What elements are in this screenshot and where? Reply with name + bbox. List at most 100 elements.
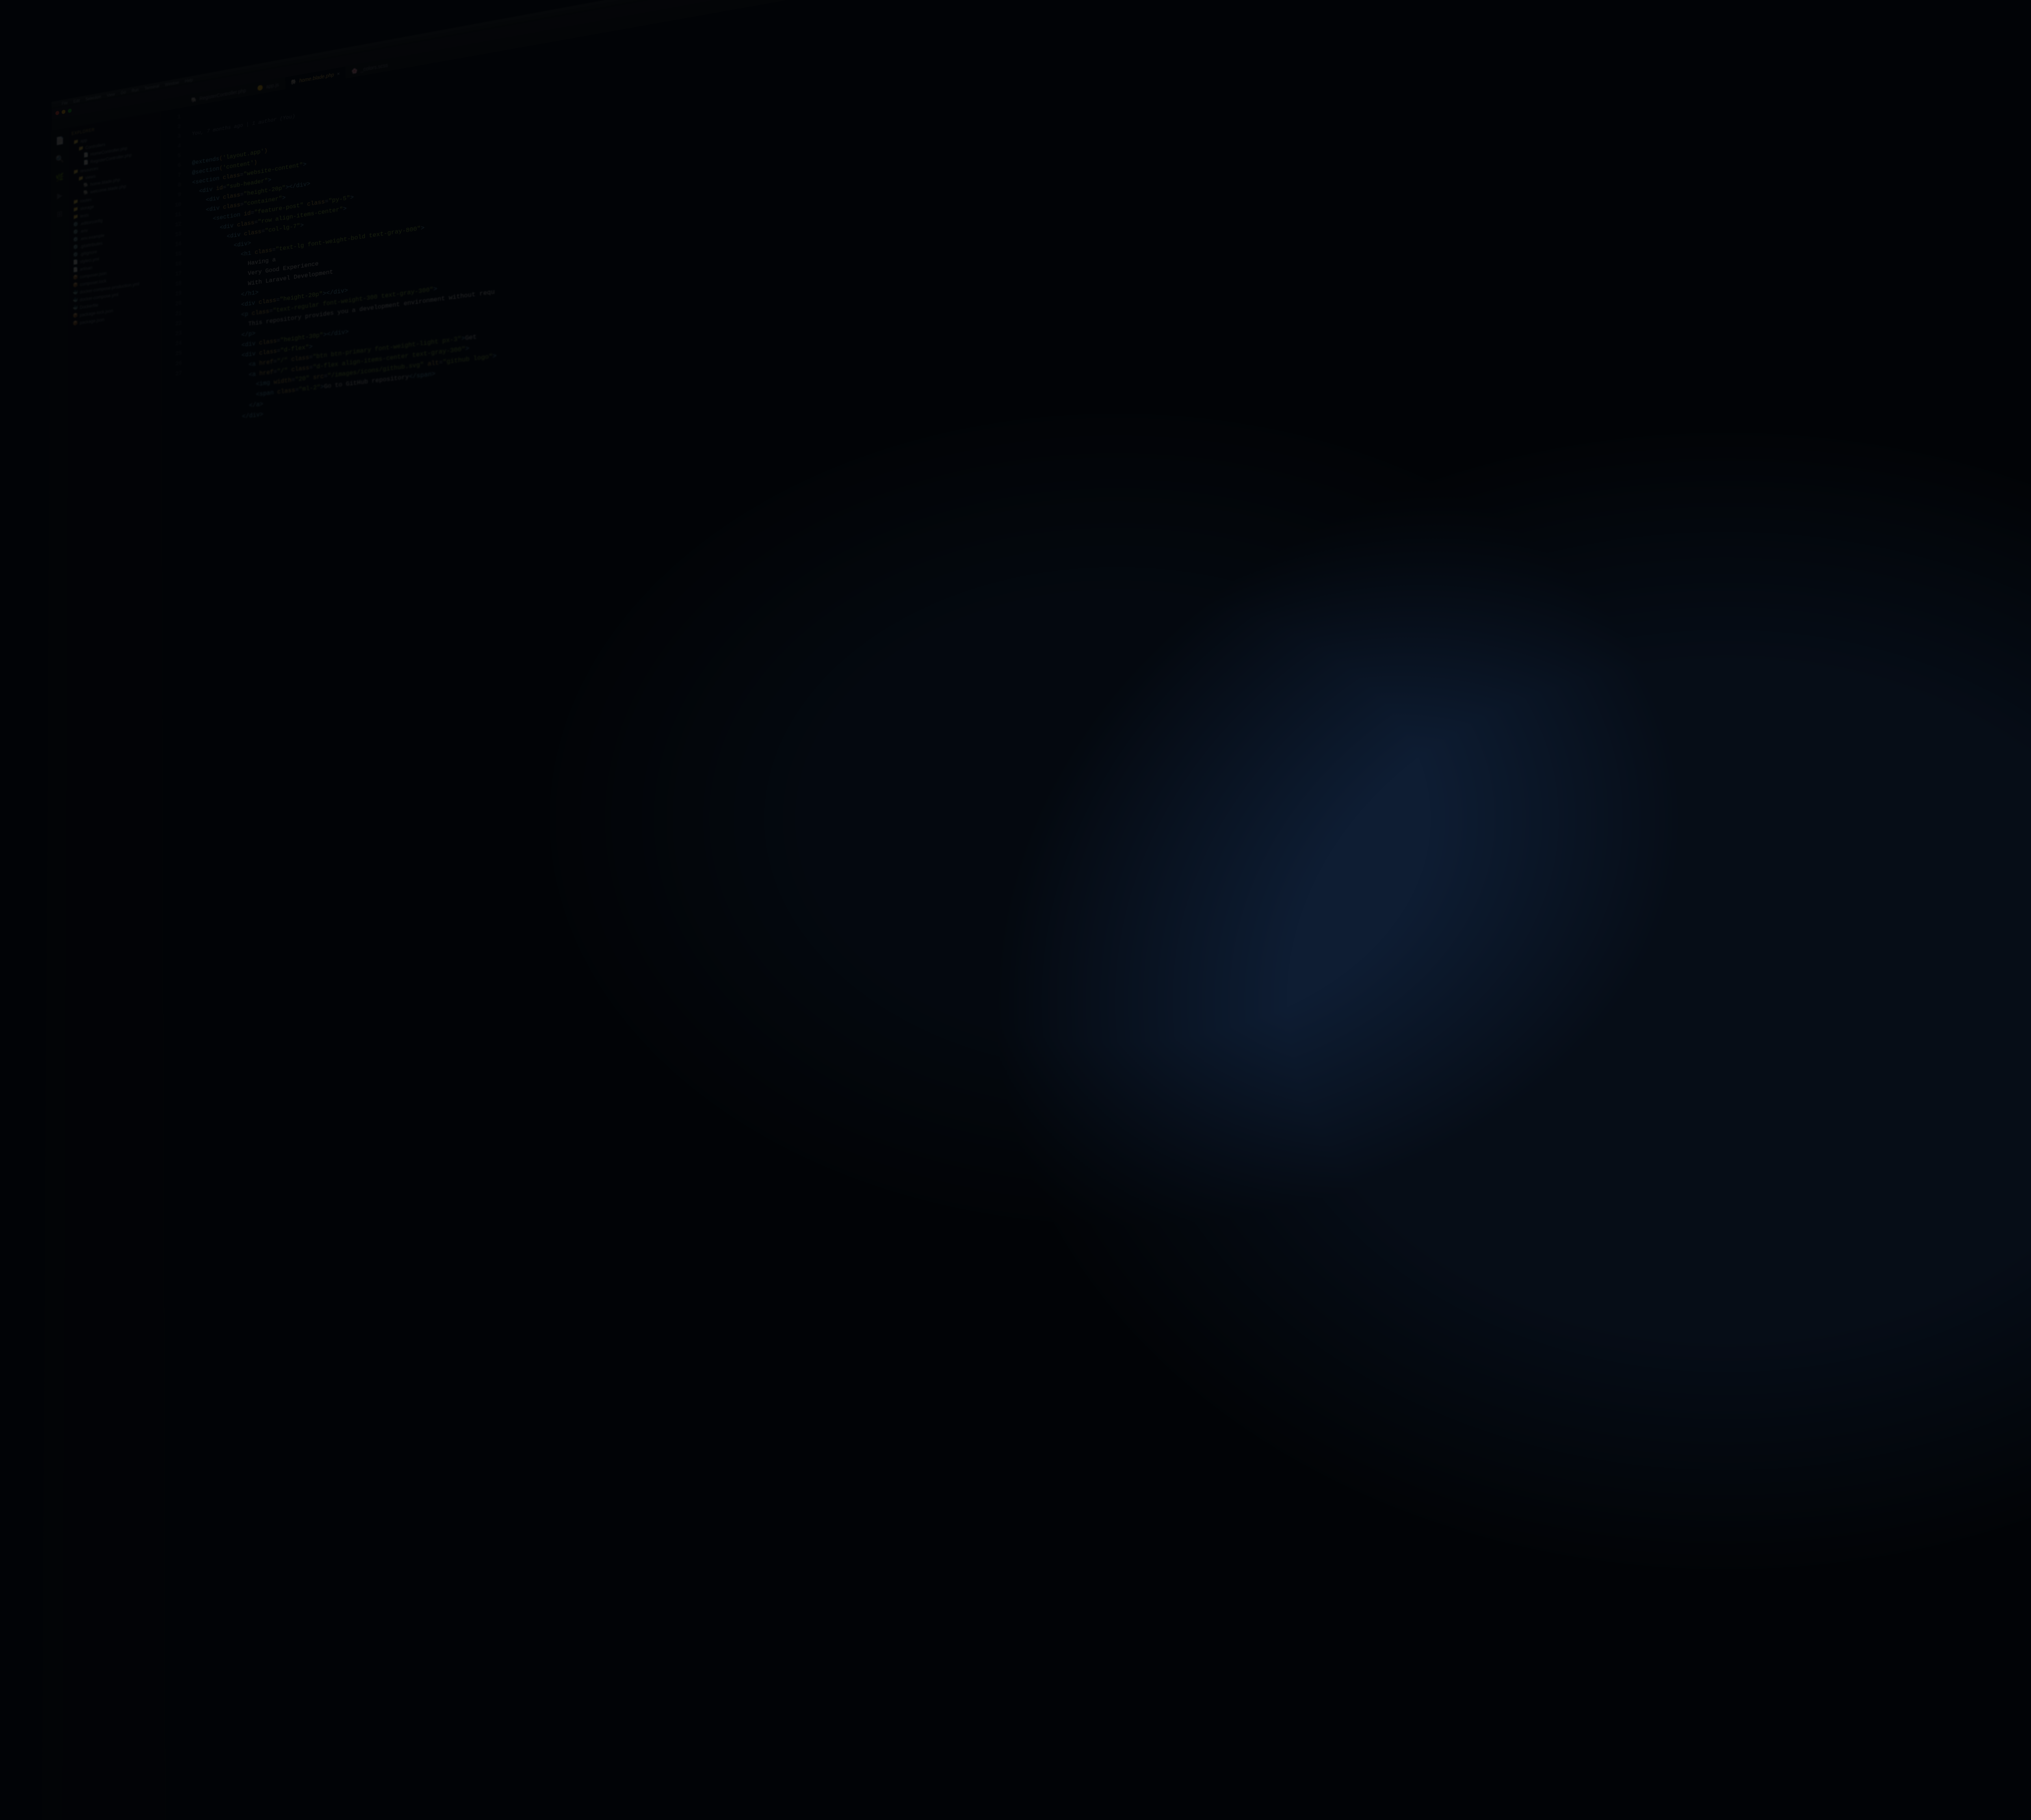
menu-help[interactable]: Help: [185, 77, 193, 84]
token-txt: [219, 195, 223, 202]
token-attr: class: [223, 172, 240, 181]
token-eq: =: [325, 198, 329, 205]
token-str: "20": [295, 375, 310, 384]
token-tag: div: [237, 240, 248, 249]
close-icon[interactable]: [55, 110, 59, 115]
file-icon: 📦: [73, 320, 77, 326]
token-b: <: [242, 352, 245, 359]
token-tag: span: [260, 389, 274, 398]
token-tag: div: [245, 300, 255, 308]
token-b: <: [241, 342, 245, 349]
search-icon[interactable]: 🔍: [56, 154, 64, 165]
token-eq: =: [277, 347, 280, 355]
file-icon: 📁: [78, 175, 83, 181]
token-paren: ): [254, 159, 258, 167]
token-eq: =: [272, 246, 276, 254]
debug-icon[interactable]: ▶: [57, 191, 62, 201]
token-attr: id: [216, 184, 223, 192]
token-b: >: [247, 240, 251, 247]
token-attr: id: [244, 210, 251, 218]
menu-view[interactable]: View: [107, 92, 115, 98]
token-attr: width: [273, 377, 291, 386]
token-tag: div: [249, 412, 260, 420]
token-txt: [288, 356, 291, 364]
token-txt: [274, 389, 277, 396]
token-b: ></: [286, 183, 296, 191]
token-attr: class: [259, 338, 277, 347]
file-icon: 📦: [73, 282, 77, 288]
token-b: >: [343, 205, 346, 212]
token-attr: class: [291, 364, 309, 374]
token-eq: =: [254, 219, 258, 226]
menu-go[interactable]: Go: [121, 90, 126, 95]
token-eq: =: [309, 364, 313, 371]
sidebar-item-label: package.json: [80, 316, 104, 325]
close-tab-icon[interactable]: ×: [337, 71, 340, 77]
token-tag: div: [202, 186, 212, 194]
minimize-icon[interactable]: [62, 110, 65, 115]
explorer-icon[interactable]: 📄: [56, 136, 64, 146]
file-icon: 🐘: [83, 182, 88, 188]
token-str: "ml-2": [299, 384, 320, 393]
menu-file[interactable]: File: [62, 100, 68, 106]
token-eq: =: [269, 308, 273, 315]
token-b: >: [303, 161, 307, 169]
token-b: ></: [323, 330, 334, 339]
token-b: <: [256, 391, 260, 398]
token-attr: class: [223, 192, 240, 201]
file-icon: 📦: [73, 274, 77, 280]
source-control-icon[interactable]: 🌿: [56, 173, 64, 183]
token-attr: href: [259, 359, 273, 367]
file-icon: ⚙️: [73, 244, 78, 250]
token-b: >: [465, 345, 469, 353]
token-tag: div: [334, 329, 345, 338]
sidebar-item-label: tests: [80, 212, 89, 219]
file-icon: 🐳: [73, 297, 77, 303]
line-number-gutter: 1234567891011121314151617181920212223242…: [161, 107, 195, 1820]
token-txt: [251, 249, 255, 257]
editor-window: FileEditSelectionViewGoRunTerminalWindow…: [42, 0, 2031, 1820]
maximize-icon[interactable]: [68, 108, 71, 113]
token-b: </: [241, 331, 248, 339]
token-tag: div: [209, 205, 219, 213]
token-attr: class: [291, 354, 309, 364]
token-txt: [192, 188, 199, 196]
code-editor[interactable]: 1234567891011121314151617181920212223242…: [161, 0, 2031, 1820]
file-type-icon: 🌸: [352, 67, 358, 75]
token-tag: a: [252, 371, 256, 378]
code-content[interactable]: You, 7 months ago | 1 author (You) @exte…: [192, 0, 2031, 428]
menu-run[interactable]: Run: [132, 87, 139, 93]
token-b: >: [260, 401, 263, 408]
token-txt: [219, 175, 223, 182]
token-b: <: [241, 301, 245, 308]
file-icon: 📄: [83, 159, 88, 165]
token-b: <: [199, 188, 202, 195]
token-b: >: [433, 286, 437, 293]
token-txt: [240, 211, 244, 218]
file-icon: 📦: [73, 312, 77, 318]
token-txt: [234, 222, 237, 230]
menu-edit[interactable]: Edit: [74, 98, 80, 104]
file-icon: 📁: [73, 214, 78, 220]
token-txt: [303, 201, 307, 208]
token-attr: class: [237, 219, 254, 229]
file-icon: ⚙️: [73, 229, 78, 235]
token-eq: =: [277, 337, 280, 344]
file-icon: 📄: [73, 259, 78, 265]
token-tag: h1: [244, 250, 251, 258]
token-b: >: [493, 353, 497, 360]
token-b: <: [220, 224, 223, 232]
token-b: >: [252, 330, 255, 338]
sidebar-item-label: app: [80, 137, 87, 143]
file-icon: 📁: [73, 199, 78, 205]
tab-label: app.js: [266, 82, 279, 89]
token-b: <: [241, 311, 245, 318]
token-txt: [240, 231, 244, 238]
token-txt: Get: [465, 334, 477, 342]
extensions-icon[interactable]: ⊞: [57, 210, 63, 219]
sidebar-item-label: .env: [80, 228, 88, 234]
token-b: </: [249, 402, 256, 410]
token-str: "/": [277, 357, 288, 365]
file-icon: 📁: [73, 206, 78, 212]
token-tag: div: [245, 340, 255, 349]
